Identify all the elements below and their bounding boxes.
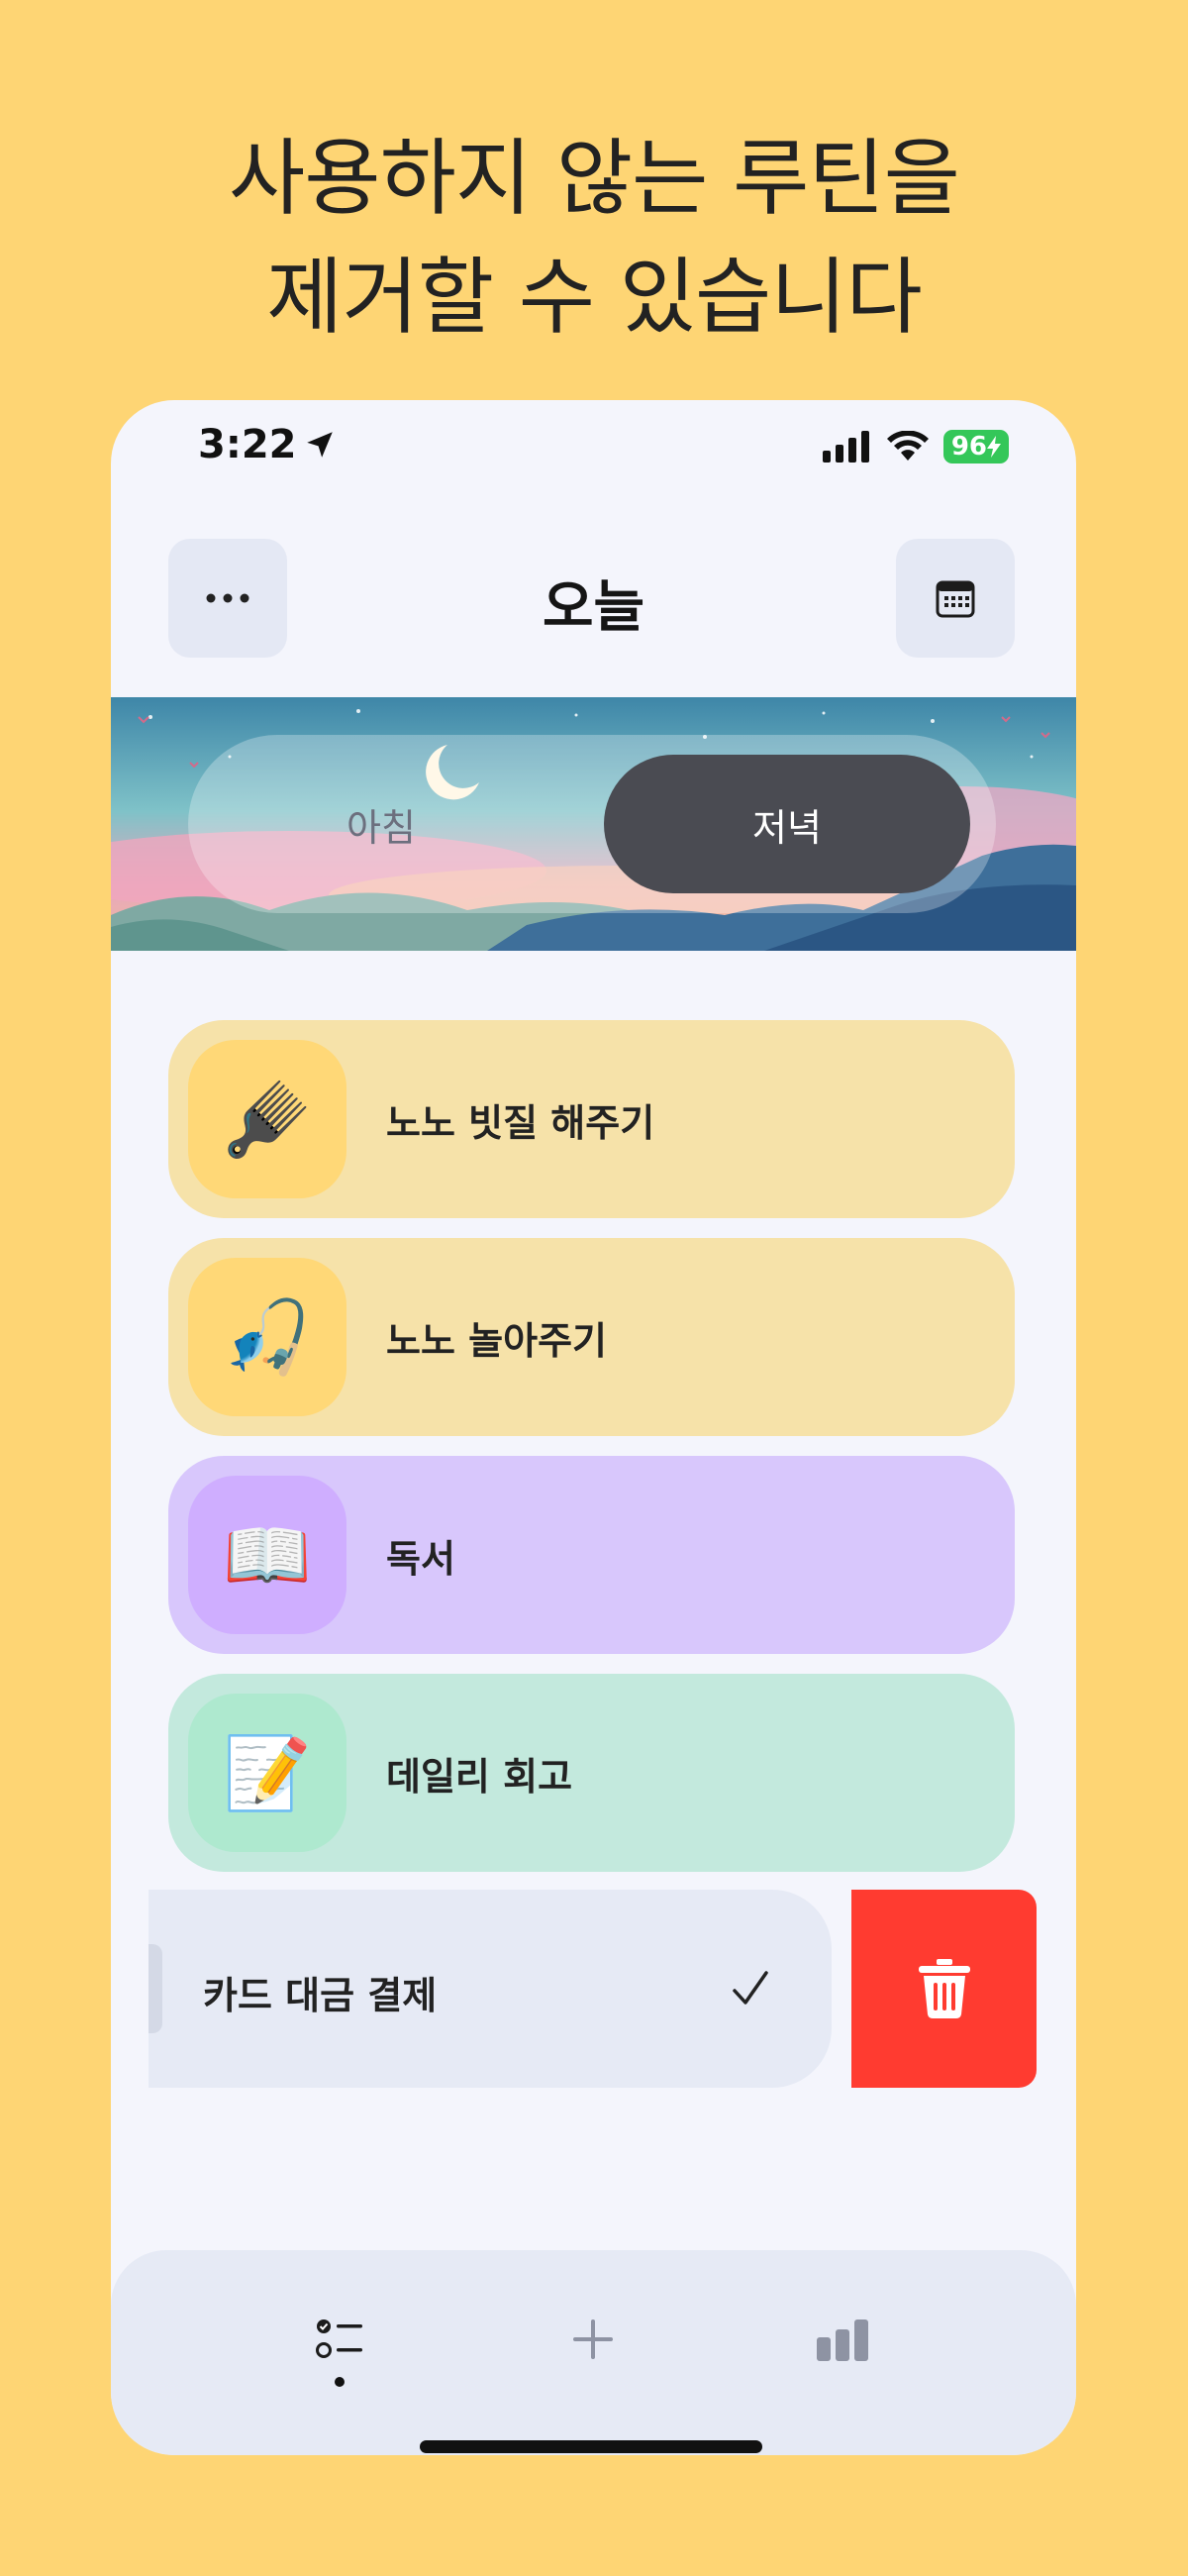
delete-button[interactable] (851, 1890, 1037, 2088)
trash-icon (918, 1959, 970, 2018)
fishing-pole-icon: 🎣 (223, 1294, 312, 1379)
status-bar: 3:22 96 (111, 400, 1076, 499)
headline: 사용하지 않는 루틴을 제거할 수 있습니다 (0, 119, 1188, 357)
checklist-icon (316, 2319, 362, 2358)
phone-screen: 3:22 96 오늘 아침 저녁 🪮 노노 빗질 해주기 🎣 노노 놀아주기 📖… (111, 400, 1076, 2455)
check-icon (733, 1971, 768, 2005)
routine-icon-box: 🎣 (188, 1258, 346, 1416)
routine-label: 카드 대금 결제 (203, 1974, 438, 2017)
open-book-icon: 📖 (223, 1512, 312, 1597)
tab-add[interactable] (553, 2300, 633, 2379)
calendar-icon (936, 580, 975, 618)
routine-label: 독서 (386, 1536, 455, 1581)
time-of-day-toggle: 아침 저녁 (188, 735, 996, 913)
charging-bolt-icon (987, 436, 1001, 458)
routine-card-swiped[interactable]: 카드 대금 결제 (148, 1890, 832, 2088)
tab-evening[interactable]: 저녁 (604, 755, 970, 893)
routine-card[interactable]: 📝 데일리 회고 (168, 1674, 1015, 1872)
routine-card[interactable]: 🪮 노노 빗질 해주기 (168, 1020, 1015, 1218)
battery-level: 96 (950, 432, 987, 462)
location-arrow-icon (306, 432, 333, 458)
wifi-icon (886, 431, 929, 461)
status-time: 3:22 (198, 422, 337, 467)
tab-bar (111, 2250, 1076, 2455)
routine-label: 데일리 회고 (386, 1754, 573, 1799)
routine-icon-box: 📖 (188, 1476, 346, 1634)
hair-pick-icon: 🪮 (223, 1077, 312, 1161)
tab-morning[interactable]: 아침 (198, 755, 564, 893)
routine-card[interactable]: 🎣 노노 놀아주기 (168, 1238, 1015, 1436)
tab-stats[interactable] (804, 2300, 883, 2379)
home-indicator (420, 2440, 762, 2453)
calendar-button[interactable] (896, 539, 1015, 658)
routine-label: 노노 빗질 해주기 (386, 1100, 655, 1145)
headline-line-1: 사용하지 않는 루틴을 (229, 130, 960, 227)
routine-list: 🪮 노노 빗질 해주기 🎣 노노 놀아주기 📖 독서 📝 데일리 회고 (168, 1020, 1015, 1892)
battery-indicator: 96 (942, 430, 1009, 464)
status-indicators: 96 (822, 430, 1009, 464)
memo-icon: 📝 (223, 1730, 312, 1814)
top-bar: 오늘 (111, 539, 1076, 658)
tab-routines[interactable] (301, 2300, 380, 2379)
evening-sky-banner: 아침 저녁 (111, 697, 1076, 951)
bar-chart-icon (817, 2319, 868, 2361)
icon-box-edge (148, 1944, 162, 2033)
routine-card[interactable]: 📖 독서 (168, 1456, 1015, 1654)
routine-icon-box: 📝 (188, 1694, 346, 1852)
routine-label: 노노 놀아주기 (386, 1318, 607, 1363)
routine-icon-box: 🪮 (188, 1040, 346, 1198)
status-time-text: 3:22 (198, 422, 297, 467)
plus-icon (573, 2319, 613, 2359)
headline-line-2: 제거할 수 있습니다 (266, 249, 923, 346)
active-tab-indicator (335, 2377, 345, 2387)
cellular-signal-icon (822, 431, 869, 463)
swiped-routine-row: 카드 대금 결제 (148, 1890, 1037, 2088)
